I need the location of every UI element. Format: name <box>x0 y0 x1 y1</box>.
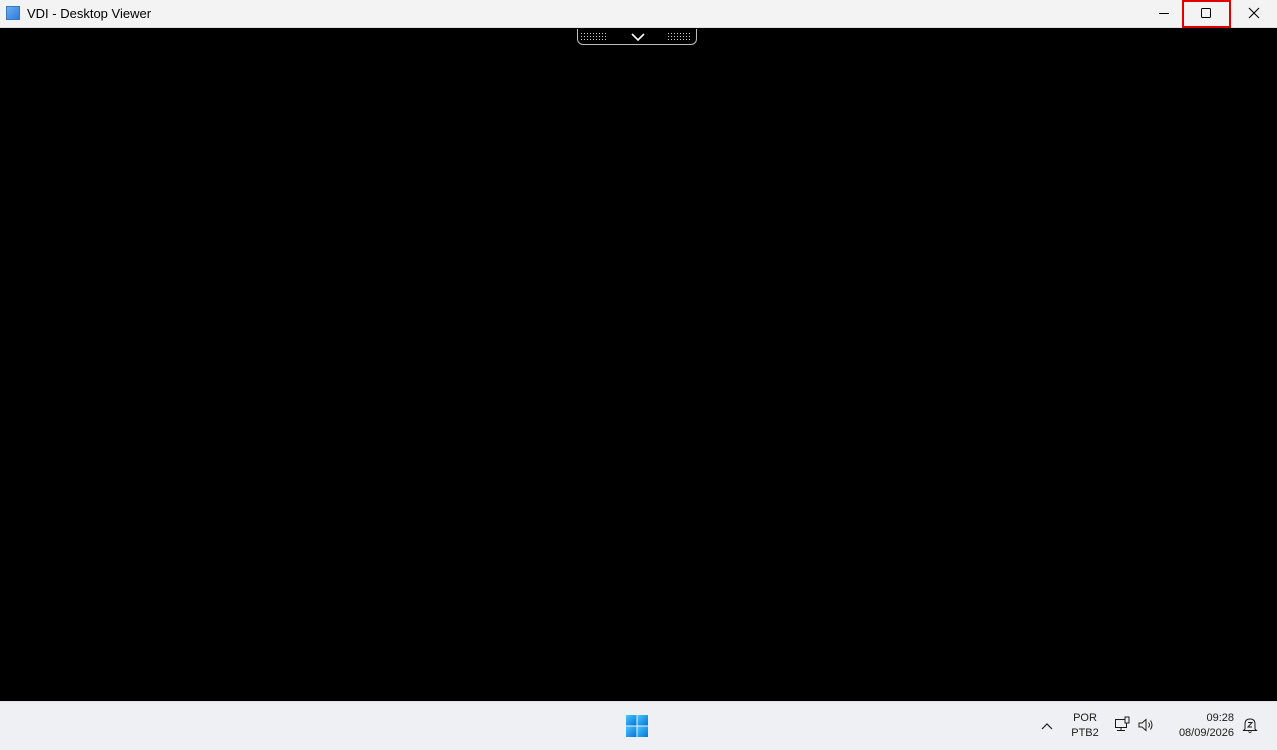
start-button[interactable] <box>621 710 653 742</box>
minimize-button[interactable] <box>1140 0 1186 28</box>
language-code: POR <box>1073 712 1097 724</box>
chevron-down-icon <box>631 33 645 42</box>
remote-desktop-viewport[interactable] <box>0 29 1277 701</box>
maximize-icon <box>1201 8 1211 18</box>
show-hidden-icons-button[interactable] <box>1036 716 1058 736</box>
input-language-indicator[interactable]: POR PTB2 <box>1068 711 1102 741</box>
taskbar: POR PTB2 09:28 08/09/2026 <box>0 701 1277 750</box>
notifications-button[interactable] <box>1240 715 1260 735</box>
viewer-toolbar-toggle[interactable] <box>577 29 697 45</box>
clock-date: 08/09/2026 <box>1178 727 1234 739</box>
notifications-bell-icon <box>1242 718 1258 733</box>
close-icon <box>1248 7 1260 19</box>
grip-dots-icon <box>668 33 690 40</box>
volume-button[interactable] <box>1136 716 1156 734</box>
chevron-up-icon <box>1041 723 1053 730</box>
maximize-button[interactable] <box>1182 0 1231 28</box>
clock[interactable]: 09:28 08/09/2026 <box>1164 711 1234 741</box>
clock-time: 09:28 <box>1206 712 1234 724</box>
close-button[interactable] <box>1231 0 1277 28</box>
minimize-icon <box>1159 13 1169 14</box>
network-icon <box>1115 716 1130 731</box>
grip-dots-icon <box>581 33 606 40</box>
app-icon <box>6 6 20 20</box>
network-button[interactable] <box>1112 716 1132 734</box>
keyboard-layout: PTB2 <box>1071 727 1099 739</box>
volume-icon <box>1138 718 1153 732</box>
windows-start-icon <box>626 715 648 737</box>
title-bar[interactable]: VDI - Desktop Viewer <box>0 0 1277 28</box>
window-title: VDI - Desktop Viewer <box>27 6 152 21</box>
